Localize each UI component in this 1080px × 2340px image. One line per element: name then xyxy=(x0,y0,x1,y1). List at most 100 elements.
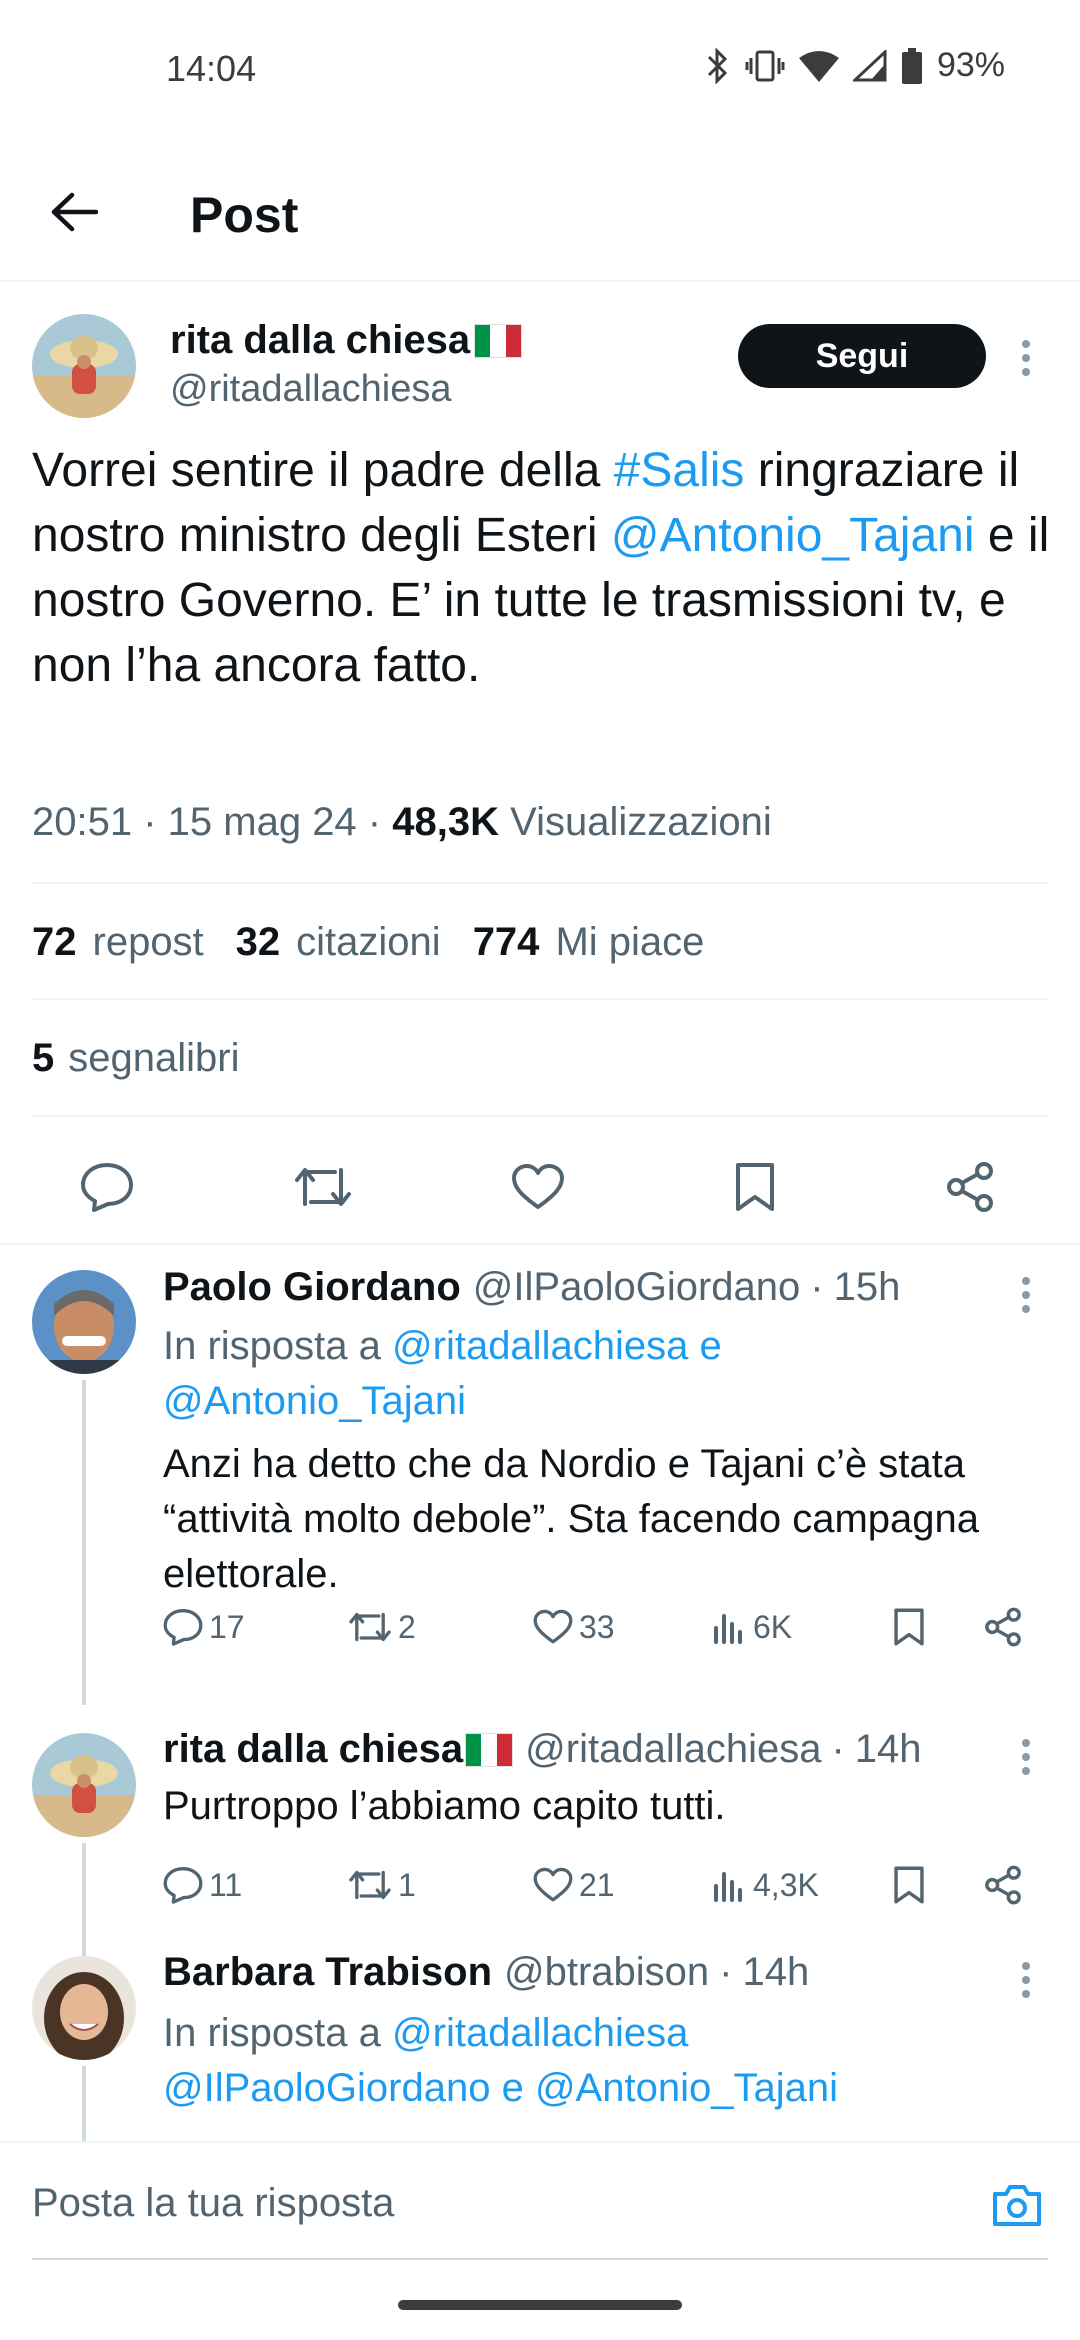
mention-link[interactable]: @ritadallachiesa xyxy=(392,1324,688,1368)
replying-to: In risposta a @ritadallachiesa e @Antonio… xyxy=(163,1324,722,1423)
tweet-actions xyxy=(0,1152,1080,1252)
views-count: 48,3K xyxy=(392,800,499,844)
engagement-stats: 72 repost 32 citazioni 774 Mi piace xyxy=(32,920,736,965)
reply-time: 14h xyxy=(854,1727,922,1771)
divider xyxy=(32,1115,1048,1117)
repost-button[interactable]: 1 xyxy=(348,1855,416,1915)
reply-author-name[interactable]: Paolo Giordano xyxy=(163,1265,461,1310)
more-options-button[interactable] xyxy=(1006,328,1046,388)
reply-button[interactable]: 11 xyxy=(163,1855,242,1915)
reply-composer: Posta la tua risposta xyxy=(0,2141,1080,2271)
analytics-icon xyxy=(714,1872,742,1902)
reply-header: Barbara Trabison @btrabison · 14h xyxy=(163,1950,810,1995)
vibrate-icon xyxy=(745,48,785,84)
hashtag-link[interactable]: #Salis xyxy=(614,444,745,497)
avatar[interactable] xyxy=(32,314,136,418)
mention-link[interactable]: @Antonio_Tajani xyxy=(611,509,975,562)
author-handle[interactable]: @ritadallachiesa xyxy=(170,368,452,411)
reply-icon xyxy=(163,1609,203,1646)
thread-line xyxy=(82,2066,86,2141)
tweet-time: 20:51 xyxy=(32,800,133,844)
reply-icon xyxy=(81,1163,133,1212)
heart-icon xyxy=(512,1164,564,1209)
italy-flag-icon xyxy=(465,1732,514,1767)
reply-actions: 11 1 21 4,3K xyxy=(163,1855,1043,1915)
reply-author-handle[interactable]: @ritadallachiesa xyxy=(525,1727,821,1772)
views-label[interactable]: Visualizzazioni xyxy=(510,800,772,844)
bookmark-button[interactable] xyxy=(893,1597,925,1657)
status-time: 14:04 xyxy=(166,48,257,89)
bluetooth-icon xyxy=(705,47,731,84)
divider xyxy=(32,882,1048,884)
repost-icon xyxy=(349,1870,391,1900)
more-vertical-icon xyxy=(1022,340,1030,376)
bookmark-button[interactable] xyxy=(893,1855,925,1915)
camera-icon xyxy=(993,2185,1041,2226)
more-options-button[interactable] xyxy=(1006,1727,1046,1787)
more-options-button[interactable] xyxy=(1006,1265,1046,1325)
battery-percent: 93% xyxy=(936,46,1005,84)
mention-link[interactable]: @ritadallachiesa xyxy=(392,2011,688,2055)
reply-button[interactable] xyxy=(72,1152,142,1222)
status-icons: 93% xyxy=(705,46,1005,85)
like-button[interactable]: 33 xyxy=(533,1597,615,1657)
heart-icon xyxy=(533,1867,573,1902)
bookmarks-stat[interactable]: 5 segnalibri xyxy=(32,1036,239,1081)
avatar[interactable] xyxy=(32,1270,136,1374)
views-button[interactable]: 4,3K xyxy=(713,1855,819,1915)
repost-button[interactable]: 2 xyxy=(348,1597,416,1657)
bookmark-icon xyxy=(894,1608,924,1646)
share-icon xyxy=(947,1162,993,1212)
more-vertical-icon xyxy=(1022,1277,1030,1313)
replying-to: In risposta a @ritadallachiesa @IlPaoloGi… xyxy=(163,2011,838,2110)
like-button[interactable] xyxy=(503,1152,573,1222)
back-button[interactable] xyxy=(42,180,106,244)
reply-text: Anzi ha detto che da Nordio e Tajani c’è… xyxy=(163,1442,980,1596)
status-bar: 14:04 93% xyxy=(0,0,1080,140)
more-vertical-icon xyxy=(1022,1962,1030,1998)
mention-link[interactable]: @Antonio_Tajani xyxy=(163,1379,466,1423)
analytics-icon xyxy=(714,1614,742,1644)
views-button[interactable]: 6K xyxy=(713,1597,792,1657)
page-title: Post xyxy=(190,187,299,243)
mention-link[interactable]: @Antonio_Tajani xyxy=(535,2066,838,2110)
share-button[interactable] xyxy=(983,1597,1023,1657)
signal-icon xyxy=(852,49,887,82)
share-button[interactable] xyxy=(935,1152,1005,1222)
avatar[interactable] xyxy=(32,1733,136,1837)
reply-text: Purtroppo l’abbiamo capito tutti. xyxy=(163,1784,726,1828)
avatar[interactable] xyxy=(32,1956,136,2060)
more-options-button[interactable] xyxy=(1006,1950,1046,2010)
like-button[interactable]: 21 xyxy=(533,1855,615,1915)
reply-header: rita dalla chiesa @ritadallachiesa · 14h xyxy=(163,1727,922,1772)
share-icon xyxy=(985,1865,1021,1905)
repost-button[interactable] xyxy=(288,1152,358,1222)
reply-button[interactable]: 17 xyxy=(163,1597,245,1657)
reply-item[interactable]: Barbara Trabison @btrabison · 14h In rispo… xyxy=(0,1930,1080,2141)
wifi-icon xyxy=(798,50,839,82)
bookmark-button[interactable] xyxy=(720,1152,790,1222)
mention-link[interactable]: @IlPaoloGiordano xyxy=(163,2066,490,2110)
share-icon xyxy=(985,1607,1021,1647)
reposts-stat[interactable]: 72 repost xyxy=(32,920,204,965)
top-app-bar: Post xyxy=(0,140,1080,282)
thread-line xyxy=(82,1380,86,1705)
share-button[interactable] xyxy=(983,1855,1023,1915)
author-name[interactable]: rita dalla chiesa xyxy=(170,318,523,363)
input-underline xyxy=(32,2258,1048,2260)
reply-author-handle[interactable]: @IlPaoloGiordano xyxy=(473,1265,800,1310)
camera-button[interactable] xyxy=(985,2173,1049,2237)
quotes-stat[interactable]: 32 citazioni xyxy=(236,920,441,965)
gesture-nav-handle[interactable] xyxy=(398,2300,682,2310)
reply-author-handle[interactable]: @btrabison xyxy=(504,1950,709,1995)
more-vertical-icon xyxy=(1022,1739,1030,1775)
likes-stat[interactable]: 774 Mi piace xyxy=(473,920,705,965)
italy-flag-icon xyxy=(474,323,523,358)
arrow-left-icon xyxy=(51,192,98,232)
reply-author-name[interactable]: rita dalla chiesa xyxy=(163,1727,514,1772)
reply-author-name[interactable]: Barbara Trabison xyxy=(163,1950,492,1995)
reply-time: 14h xyxy=(742,1950,810,1994)
reply-actions: 17 2 33 6K xyxy=(163,1597,1043,1657)
follow-button[interactable]: Segui xyxy=(738,324,986,388)
reply-input[interactable]: Posta la tua risposta xyxy=(32,2181,394,2226)
